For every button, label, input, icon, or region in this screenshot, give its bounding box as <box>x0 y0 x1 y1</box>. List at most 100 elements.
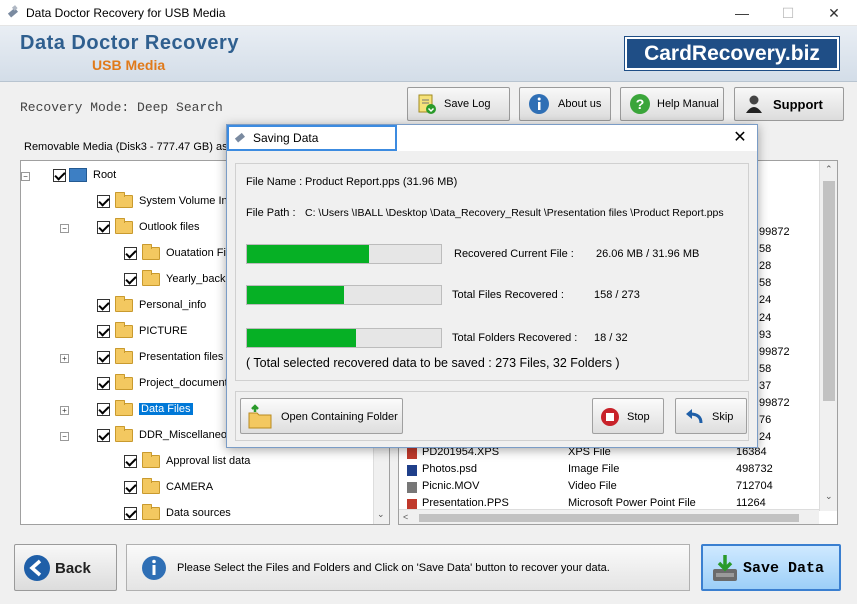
expand-toggle-icon[interactable]: − <box>60 432 69 441</box>
size-cell: 58 <box>759 243 772 256</box>
folder-icon <box>142 478 160 494</box>
file-path-label: File Path : <box>246 207 296 219</box>
file-type-icon <box>407 465 417 476</box>
scroll-thumb[interactable] <box>823 181 835 401</box>
site-badge[interactable]: CardRecovery.biz <box>625 37 839 70</box>
save-log-icon <box>418 94 436 114</box>
tree-checkbox[interactable] <box>97 403 110 416</box>
file-row[interactable]: Picnic.MOV Video File 712704 <box>399 479 819 496</box>
info-icon <box>142 556 166 580</box>
save-data-button[interactable]: Save Data <box>701 544 841 591</box>
support-label: Support <box>773 97 823 112</box>
file-type-icon <box>407 482 417 493</box>
file-type-cell: Video File <box>568 480 617 492</box>
file-name-value: Product Report.pps (31.96 MB) <box>305 176 458 188</box>
files-progress-value: 158 / 273 <box>594 289 640 301</box>
expand-toggle-icon[interactable]: − <box>60 224 69 233</box>
tree-checkbox[interactable] <box>97 221 110 234</box>
status-message: Please Select the Files and Folders and … <box>177 562 610 574</box>
status-message-bar: Please Select the Files and Folders and … <box>126 544 690 591</box>
folder-icon <box>115 374 133 390</box>
tree-checkbox[interactable] <box>97 195 110 208</box>
tree-checkbox[interactable] <box>97 299 110 312</box>
folder-icon <box>115 348 133 364</box>
folder-icon <box>115 218 133 234</box>
save-log-button[interactable]: Save Log <box>407 87 510 121</box>
dialog-close-button[interactable]: ✕ <box>727 127 753 149</box>
minimize-button[interactable]: — <box>719 0 765 26</box>
scroll-down-icon[interactable]: ⌄ <box>825 491 833 502</box>
tree-checkbox[interactable] <box>124 481 137 494</box>
save-data-label: Save Data <box>743 560 825 577</box>
tree-checkbox[interactable] <box>53 169 66 182</box>
size-cell: 93 <box>759 328 772 341</box>
tree-item[interactable]: Data sources <box>21 504 371 524</box>
size-cell: 99872 <box>759 345 790 358</box>
tree-checkbox[interactable] <box>97 429 110 442</box>
open-containing-folder-button[interactable]: Open Containing Folder <box>240 398 403 434</box>
maximize-button[interactable]: ☐ <box>765 0 811 26</box>
scroll-left-icon[interactable]: < <box>403 512 408 522</box>
recovery-mode-label: Recovery Mode: Deep Search <box>20 100 223 115</box>
open-folder-label: Open Containing Folder <box>281 411 398 423</box>
tree-checkbox[interactable] <box>124 247 137 260</box>
folder-icon <box>142 244 160 260</box>
stop-button[interactable]: Stop <box>592 398 664 434</box>
stop-icon <box>601 408 619 426</box>
tree-checkbox[interactable] <box>97 351 110 364</box>
brand-title: Data Doctor Recovery <box>20 32 239 54</box>
folders-progress-value: 18 / 32 <box>594 332 628 344</box>
tree-checkbox[interactable] <box>124 273 137 286</box>
file-list-vscrollbar[interactable]: ⌃ ⌄ <box>819 161 837 511</box>
tree-item-label: Data sources <box>166 507 231 519</box>
back-button[interactable]: Back <box>14 544 117 591</box>
skip-arrow-icon <box>686 409 703 424</box>
tree-item-label: Approval list data <box>166 455 251 467</box>
svg-text:?: ? <box>636 96 645 112</box>
tree-item-label: Ouatation File <box>166 247 235 259</box>
tree-item[interactable]: CAMERA <box>21 478 371 499</box>
window-title: Data Doctor Recovery for USB Media <box>26 6 226 20</box>
file-row[interactable]: Photos.psd Image File 498732 <box>399 462 819 479</box>
skip-button[interactable]: Skip <box>675 398 747 434</box>
hscroll-thumb[interactable] <box>419 514 799 522</box>
brand-subtitle: USB Media <box>92 57 166 73</box>
tree-item[interactable]: Approval list data <box>21 452 371 473</box>
about-us-button[interactable]: About us <box>519 87 611 121</box>
tree-checkbox[interactable] <box>97 325 110 338</box>
folders-progress-label: Total Folders Recovered : <box>452 332 578 344</box>
file-name-cell: Presentation.PPS <box>422 497 509 509</box>
file-type-icon <box>407 448 417 459</box>
file-list-hscrollbar[interactable]: < <box>399 509 819 524</box>
expand-toggle-icon[interactable]: − <box>21 172 30 181</box>
tree-item-label: PICTURE <box>139 325 188 337</box>
scroll-down-icon[interactable]: ⌄ <box>377 509 385 520</box>
folder-icon <box>115 296 133 312</box>
close-button[interactable]: ✕ <box>811 0 857 26</box>
size-cell: 58 <box>759 277 772 290</box>
support-person-icon <box>746 95 762 113</box>
folder-icon <box>142 270 160 286</box>
current-file-progress-bar <box>246 244 442 264</box>
tree-item-label: Root <box>93 169 117 181</box>
window-titlebar: Data Doctor Recovery for USB Media — ☐ ✕ <box>0 0 857 26</box>
help-manual-button[interactable]: ? Help Manual <box>620 87 724 121</box>
tree-item-label: Data Files <box>139 403 193 415</box>
tree-checkbox[interactable] <box>124 507 137 520</box>
tree-checkbox[interactable] <box>97 377 110 390</box>
computer-icon <box>69 168 87 182</box>
back-arrow-icon <box>24 555 50 581</box>
help-manual-label: Help Manual <box>657 98 719 110</box>
tree-item-label: DDR_Miscellaneous <box>139 429 239 441</box>
scroll-up-icon[interactable]: ⌃ <box>825 164 833 175</box>
folder-icon <box>142 504 160 520</box>
save-log-label: Save Log <box>444 98 491 110</box>
file-name-label: File Name : <box>246 176 303 188</box>
tree-checkbox[interactable] <box>124 455 137 468</box>
expand-toggle-icon[interactable]: + <box>60 354 69 363</box>
support-button[interactable]: Support <box>734 87 844 121</box>
files-progress-label: Total Files Recovered : <box>452 289 564 301</box>
expand-toggle-icon[interactable]: + <box>60 406 69 415</box>
file-type-cell: Microsoft Power Point File <box>568 497 696 509</box>
file-type-cell: Image File <box>568 463 620 475</box>
